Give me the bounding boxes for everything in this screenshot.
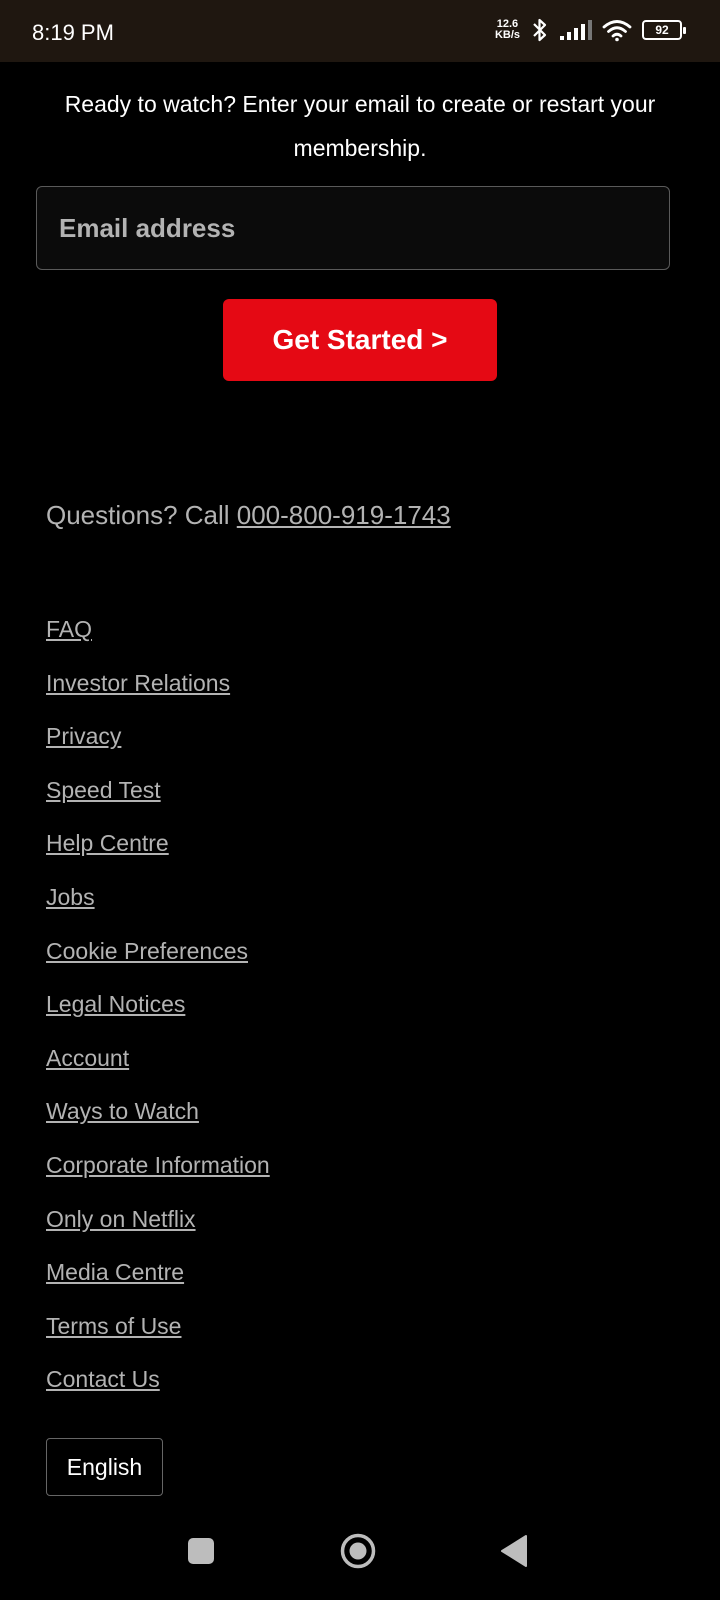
footer-link-legal-notices[interactable]: Legal Notices bbox=[46, 991, 185, 1017]
footer-link-ways-to-watch[interactable]: Ways to Watch bbox=[46, 1098, 199, 1124]
footer-item: Legal Notices bbox=[46, 987, 270, 1041]
email-input[interactable] bbox=[37, 187, 669, 269]
footer-item: Investor Relations bbox=[46, 666, 270, 720]
footer-link-corporate-information[interactable]: Corporate Information bbox=[46, 1152, 270, 1178]
footer-link-contact-us[interactable]: Contact Us bbox=[46, 1366, 160, 1392]
footer-link-only-on-netflix[interactable]: Only on Netflix bbox=[46, 1206, 196, 1232]
footer-links: FAQ Investor Relations Privacy Speed Tes… bbox=[46, 612, 270, 1416]
footer-item: Jobs bbox=[46, 880, 270, 934]
status-bar: 8:19 PM 12.6 KB/s 92 bbox=[0, 0, 720, 62]
footer-item: FAQ bbox=[46, 612, 270, 666]
footer-item: Contact Us bbox=[46, 1362, 270, 1416]
footer-link-account[interactable]: Account bbox=[46, 1045, 129, 1071]
status-icons: 12.6 KB/s 92 bbox=[495, 18, 686, 42]
footer-item: Only on Netflix bbox=[46, 1202, 270, 1256]
footer-item: Corporate Information bbox=[46, 1148, 270, 1202]
network-speed-unit: KB/s bbox=[494, 29, 520, 41]
footer-item: Media Centre bbox=[46, 1255, 270, 1309]
wifi-icon bbox=[602, 20, 632, 42]
network-speed: 12.6 KB/s bbox=[495, 19, 520, 41]
bluetooth-icon bbox=[533, 18, 547, 42]
status-time: 8:19 PM bbox=[32, 20, 114, 45]
footer-link-help-centre[interactable]: Help Centre bbox=[46, 830, 169, 856]
footer-link-cookie-preferences[interactable]: Cookie Preferences bbox=[46, 938, 248, 964]
questions-call: Questions? Call 000-800-919-1743 bbox=[46, 500, 451, 531]
get-started-button[interactable]: Get Started > bbox=[223, 299, 497, 381]
intro-text: Ready to watch? Enter your email to crea… bbox=[64, 91, 656, 161]
footer-item: Privacy bbox=[46, 719, 270, 773]
footer-link-media-centre[interactable]: Media Centre bbox=[46, 1259, 184, 1285]
language-selector[interactable]: English bbox=[46, 1438, 163, 1496]
footer-item: Help Centre bbox=[46, 826, 270, 880]
battery-icon: 92 bbox=[642, 20, 686, 40]
footer-link-terms-of-use[interactable]: Terms of Use bbox=[46, 1313, 181, 1339]
home-icon[interactable] bbox=[340, 1533, 376, 1569]
footer-item: Cookie Preferences bbox=[46, 934, 270, 988]
footer-item: Speed Test bbox=[46, 773, 270, 827]
footer-link-privacy[interactable]: Privacy bbox=[46, 723, 121, 749]
footer-link-investor-relations[interactable]: Investor Relations bbox=[46, 670, 230, 696]
questions-label: Questions? Call bbox=[46, 500, 237, 530]
recent-apps-icon[interactable] bbox=[188, 1538, 214, 1564]
footer-item: Ways to Watch bbox=[46, 1094, 270, 1148]
back-icon[interactable] bbox=[500, 1534, 528, 1568]
battery-level: 92 bbox=[655, 23, 669, 37]
footer-link-faq[interactable]: FAQ bbox=[46, 616, 92, 642]
footer-link-speed-test[interactable]: Speed Test bbox=[46, 777, 161, 803]
navigation-bar bbox=[0, 1518, 720, 1600]
footer-item: Account bbox=[46, 1041, 270, 1095]
signal-icon bbox=[560, 20, 592, 40]
phone-link[interactable]: 000-800-919-1743 bbox=[237, 500, 451, 530]
email-field[interactable] bbox=[36, 186, 670, 270]
footer-link-jobs[interactable]: Jobs bbox=[46, 884, 95, 910]
footer-item: Terms of Use bbox=[46, 1309, 270, 1363]
